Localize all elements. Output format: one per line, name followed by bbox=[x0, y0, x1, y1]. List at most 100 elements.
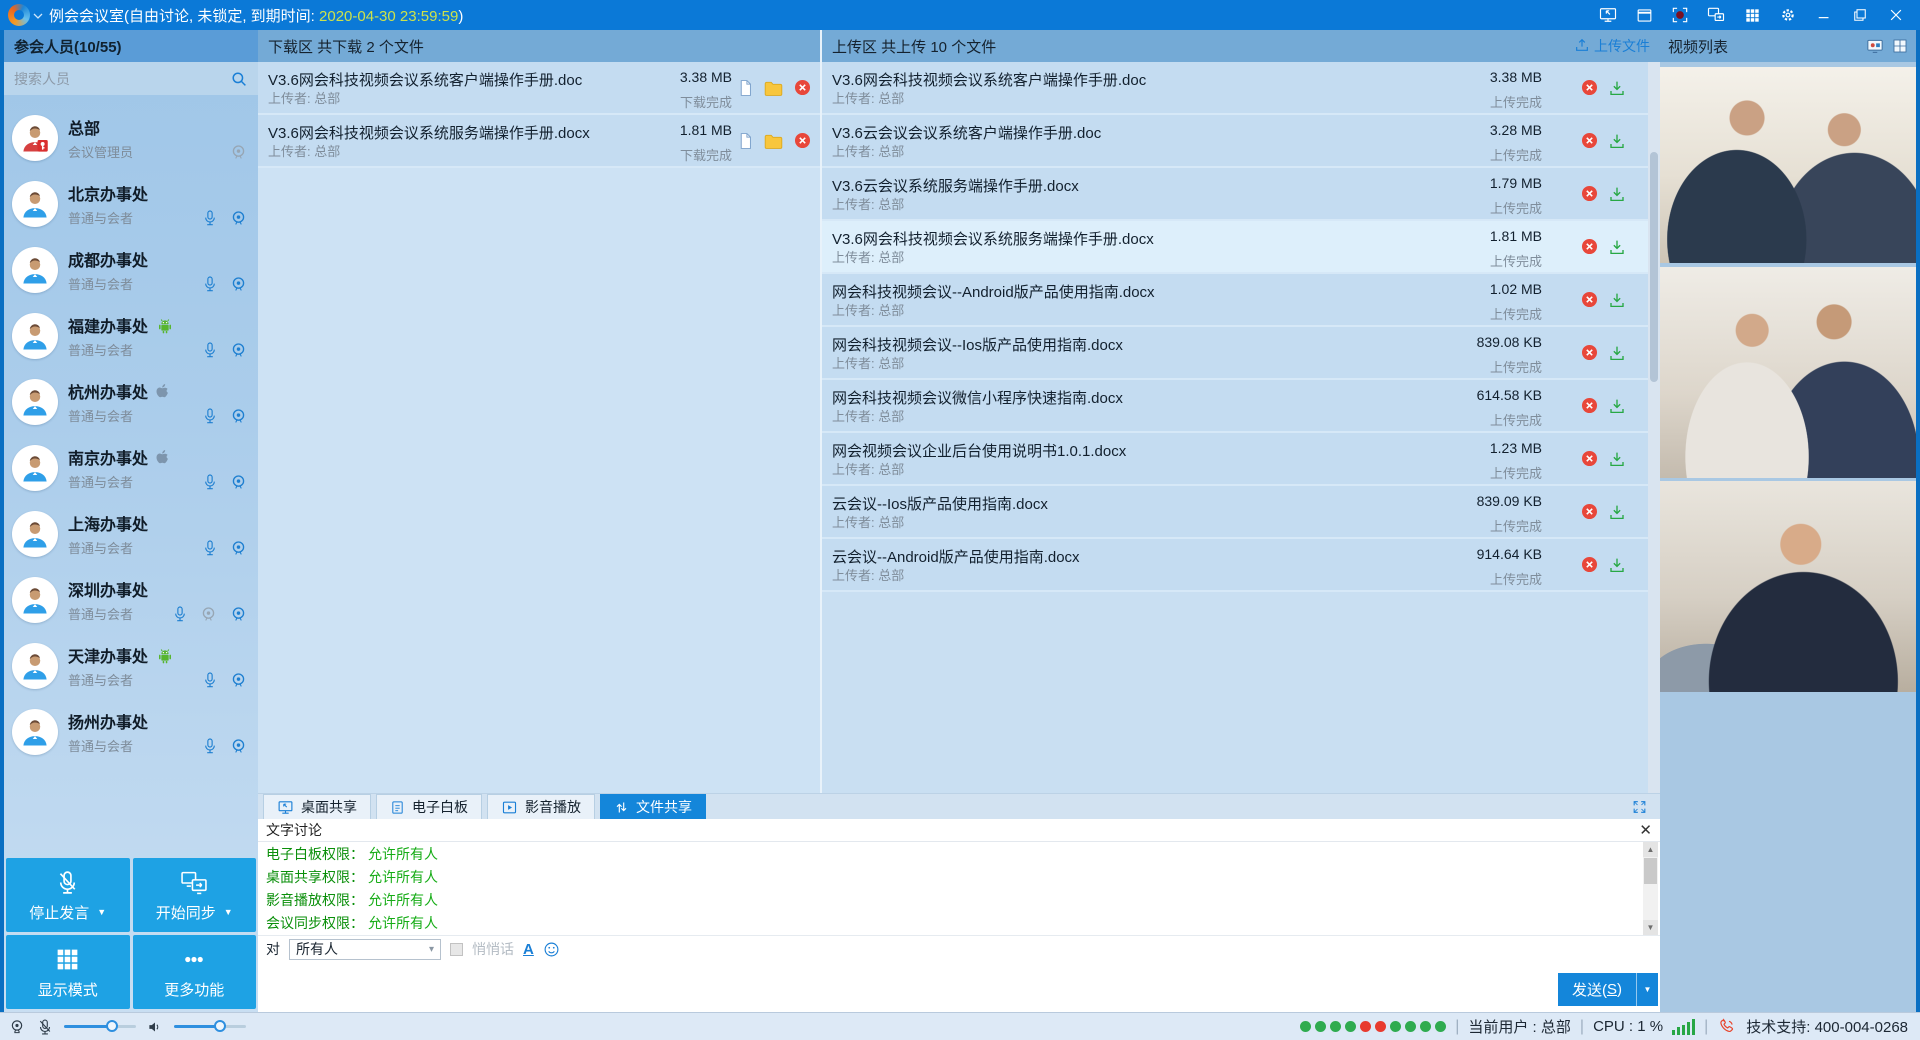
send-button[interactable]: 发送(S) ▼ bbox=[1558, 973, 1658, 1006]
download-icon[interactable] bbox=[1608, 79, 1626, 97]
search-input[interactable] bbox=[14, 71, 214, 87]
open-file-icon[interactable] bbox=[737, 78, 754, 98]
camera-icon[interactable] bbox=[229, 737, 248, 756]
close-icon[interactable] bbox=[1886, 5, 1906, 25]
dropdown-caret-icon[interactable]: ▼ bbox=[224, 907, 233, 917]
tab-whiteboard[interactable]: 电子白板 bbox=[376, 794, 482, 819]
mic-muted-icon[interactable] bbox=[36, 1018, 54, 1036]
settings-icon[interactable] bbox=[1778, 5, 1798, 25]
download-icon[interactable] bbox=[1608, 397, 1626, 415]
maximize-icon[interactable] bbox=[1850, 5, 1870, 25]
layout-grid-icon[interactable] bbox=[1892, 38, 1908, 54]
delete-icon[interactable] bbox=[1580, 131, 1599, 150]
scrollbar-thumb[interactable] bbox=[1644, 858, 1657, 884]
upload-file-row[interactable]: 网会视频会议企业后台使用说明书1.0.1.docx上传者: 总部1.23 MB上… bbox=[822, 433, 1660, 486]
upload-file-row[interactable]: 网会科技视频会议--Ios版产品使用指南.docx上传者: 总部839.08 K… bbox=[822, 327, 1660, 380]
sidebar-button-mic-off[interactable]: 停止发言▼ bbox=[6, 858, 130, 932]
fullscreen-icon[interactable] bbox=[1631, 799, 1648, 815]
close-icon[interactable]: ✕ bbox=[1639, 823, 1652, 838]
participant-row[interactable]: 总部会议管理员 bbox=[4, 105, 258, 171]
participant-row[interactable]: 成都办事处普通与会者 bbox=[4, 237, 258, 303]
delete-icon[interactable] bbox=[1580, 449, 1599, 468]
mic-icon[interactable] bbox=[202, 670, 218, 690]
mic-icon[interactable] bbox=[202, 472, 218, 492]
whisper-checkbox[interactable] bbox=[450, 943, 463, 956]
download-icon[interactable] bbox=[1608, 238, 1626, 256]
chat-scrollbar[interactable]: ▲ ▼ bbox=[1643, 842, 1658, 935]
window-mode-icon[interactable] bbox=[1634, 5, 1654, 25]
download-icon[interactable] bbox=[1608, 556, 1626, 574]
upload-file-row[interactable]: V3.6网会科技视频会议系统服务端操作手册.docx上传者: 总部1.81 MB… bbox=[822, 221, 1660, 274]
participant-row[interactable]: 天津办事处普通与会者 bbox=[4, 633, 258, 699]
speaker-icon[interactable] bbox=[146, 1018, 164, 1036]
participant-row[interactable]: 福建办事处普通与会者 bbox=[4, 303, 258, 369]
delete-icon[interactable] bbox=[1580, 555, 1599, 574]
download-icon[interactable] bbox=[1608, 185, 1626, 203]
tab-media-play[interactable]: 影音播放 bbox=[487, 794, 595, 819]
participant-row[interactable]: 北京办事处普通与会者 bbox=[4, 171, 258, 237]
upload-file-button[interactable]: 上传文件 bbox=[1574, 36, 1650, 56]
mic-icon[interactable] bbox=[202, 538, 218, 558]
mic-volume-slider[interactable] bbox=[64, 1025, 136, 1028]
camera-icon[interactable] bbox=[229, 275, 248, 294]
download-file-row[interactable]: V3.6网会科技视频会议系统客户端操作手册.doc上传者: 总部3.38 MB下… bbox=[258, 62, 820, 115]
chevron-down-icon[interactable] bbox=[33, 7, 43, 23]
display-icon[interactable] bbox=[1866, 38, 1884, 54]
scroll-down-icon[interactable]: ▼ bbox=[1643, 920, 1658, 935]
video-thumbnail[interactable] bbox=[1660, 481, 1916, 692]
webcam-status-icon[interactable] bbox=[8, 1018, 26, 1036]
scrollbar-thumb[interactable] bbox=[1650, 152, 1658, 382]
camera-icon[interactable] bbox=[229, 209, 248, 228]
delete-icon[interactable] bbox=[1580, 502, 1599, 521]
minimize-icon[interactable] bbox=[1814, 5, 1834, 25]
screen-share-icon[interactable] bbox=[1598, 5, 1618, 25]
emoji-icon[interactable] bbox=[543, 941, 560, 958]
delete-icon[interactable] bbox=[793, 78, 812, 97]
mic-icon[interactable] bbox=[202, 340, 218, 360]
recipient-select[interactable]: 所有人 ▾ bbox=[289, 939, 441, 960]
mic-icon[interactable] bbox=[202, 406, 218, 426]
camera-icon[interactable] bbox=[229, 473, 248, 492]
tab-file-share[interactable]: 文件共享 bbox=[600, 794, 706, 819]
record-icon[interactable] bbox=[1670, 5, 1690, 25]
upload-file-row[interactable]: V3.6云会议系统服务端操作手册.docx上传者: 总部1.79 MB上传完成 bbox=[822, 168, 1660, 221]
participant-row[interactable]: 杭州办事处普通与会者 bbox=[4, 369, 258, 435]
webcam-grey-icon[interactable] bbox=[229, 143, 248, 162]
participant-row[interactable]: 南京办事处普通与会者 bbox=[4, 435, 258, 501]
participant-row[interactable]: 上海办事处普通与会者 bbox=[4, 501, 258, 567]
download-icon[interactable] bbox=[1608, 291, 1626, 309]
sidebar-button-more[interactable]: 更多功能 bbox=[133, 935, 257, 1009]
delete-icon[interactable] bbox=[1580, 290, 1599, 309]
slider-knob[interactable] bbox=[106, 1020, 118, 1032]
search-icon[interactable] bbox=[230, 70, 248, 88]
upload-file-row[interactable]: V3.6网会科技视频会议系统客户端操作手册.doc上传者: 总部3.38 MB上… bbox=[822, 62, 1660, 115]
download-icon[interactable] bbox=[1608, 450, 1626, 468]
upload-file-row[interactable]: 云会议--Ios版产品使用指南.docx上传者: 总部839.09 KB上传完成 bbox=[822, 486, 1660, 539]
delete-icon[interactable] bbox=[1580, 343, 1599, 362]
open-folder-icon[interactable] bbox=[763, 132, 784, 150]
mic-icon[interactable] bbox=[202, 208, 218, 228]
upload-file-row[interactable]: 网会科技视频会议--Android版产品使用指南.docx上传者: 总部1.02… bbox=[822, 274, 1660, 327]
camera-icon[interactable] bbox=[229, 539, 248, 558]
open-file-icon[interactable] bbox=[737, 131, 754, 151]
upload-file-row[interactable]: 网会科技视频会议微信小程序快速指南.docx上传者: 总部614.58 KB上传… bbox=[822, 380, 1660, 433]
send-dropdown-caret[interactable]: ▼ bbox=[1636, 973, 1658, 1006]
participant-row[interactable]: 扬州办事处普通与会者 bbox=[4, 699, 258, 765]
open-folder-icon[interactable] bbox=[763, 79, 784, 97]
sync-devices-icon[interactable] bbox=[1706, 5, 1726, 25]
dropdown-caret-icon[interactable]: ▼ bbox=[97, 907, 106, 917]
font-icon[interactable]: A bbox=[523, 941, 534, 958]
mic-icon[interactable] bbox=[172, 604, 188, 624]
delete-icon[interactable] bbox=[1580, 396, 1599, 415]
camera-icon[interactable] bbox=[229, 671, 248, 690]
keypad-icon[interactable] bbox=[1742, 5, 1762, 25]
camera-icon[interactable] bbox=[229, 341, 248, 360]
mic-icon[interactable] bbox=[202, 274, 218, 294]
download-icon[interactable] bbox=[1608, 344, 1626, 362]
upload-scrollbar[interactable] bbox=[1648, 62, 1660, 793]
message-compose-area[interactable]: 发送(S) ▼ bbox=[258, 962, 1660, 1012]
upload-file-row[interactable]: 云会议--Android版产品使用指南.docx上传者: 总部914.64 KB… bbox=[822, 539, 1660, 592]
delete-icon[interactable] bbox=[1580, 78, 1599, 97]
tab-desktop-share[interactable]: 桌面共享 bbox=[263, 794, 371, 819]
download-file-row[interactable]: V3.6网会科技视频会议系统服务端操作手册.docx上传者: 总部1.81 MB… bbox=[258, 115, 820, 168]
